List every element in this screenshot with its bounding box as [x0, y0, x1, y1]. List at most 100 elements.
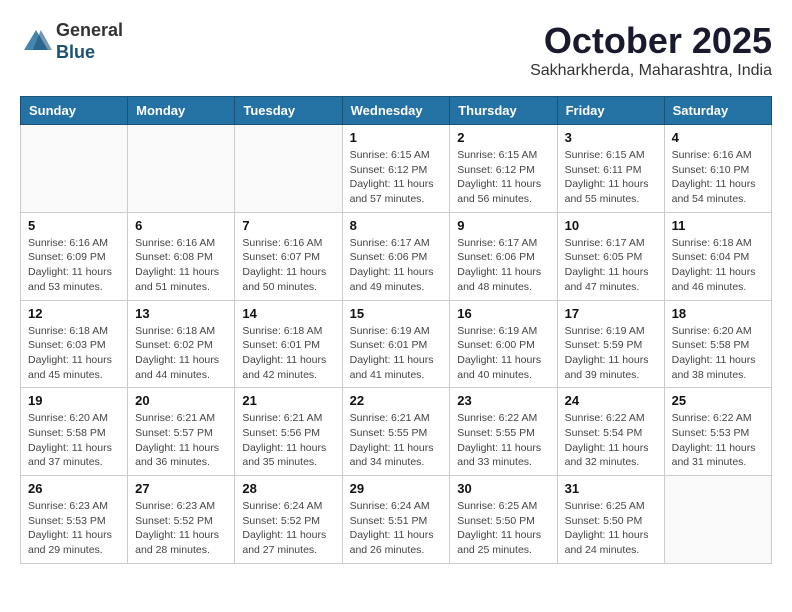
day-number: 21: [242, 393, 334, 408]
day-info: Sunrise: 6:23 AMSunset: 5:53 PMDaylight:…: [28, 499, 120, 558]
calendar-cell: 25Sunrise: 6:22 AMSunset: 5:53 PMDayligh…: [664, 388, 771, 476]
day-number: 11: [672, 218, 764, 233]
day-info: Sunrise: 6:16 AMSunset: 6:07 PMDaylight:…: [242, 236, 334, 295]
calendar-cell: 10Sunrise: 6:17 AMSunset: 6:05 PMDayligh…: [557, 212, 664, 300]
calendar-cell: 2 Sunrise: 6:15 AMSunset: 6:12 PMDaylight…: [450, 125, 557, 213]
calendar-cell: [664, 476, 771, 564]
day-info: Sunrise: 6:16 AMSunset: 6:09 PMDaylight:…: [28, 236, 120, 295]
calendar-cell: 12 Sunrise: 6:18 AMSunset: 6:03 PMDayligh…: [21, 300, 128, 388]
day-info: Sunrise: 6:18 AMSunset: 6:01 PMDaylight:…: [242, 324, 334, 383]
calendar-cell: 11 Sunrise: 6:18 AMSunset: 6:04 PMDayligh…: [664, 212, 771, 300]
day-info: Sunrise: 6:20 AMSunset: 5:58 PMDaylight:…: [672, 324, 764, 383]
day-number: 13: [135, 306, 227, 321]
calendar-cell: [21, 125, 128, 213]
week-row-5: 26 Sunrise: 6:23 AMSunset: 5:53 PMDayligh…: [21, 476, 772, 564]
calendar-cell: 15 Sunrise: 6:19 AMSunset: 6:01 PMDayligh…: [342, 300, 450, 388]
day-info: Sunrise: 6:25 AMSunset: 5:50 PMDaylight:…: [565, 499, 657, 558]
day-number: 23: [457, 393, 549, 408]
day-number: 17: [565, 306, 657, 321]
calendar-cell: [128, 125, 235, 213]
day-number: 19: [28, 393, 120, 408]
day-info: Sunrise: 6:15 AMSunset: 6:11 PMDaylight:…: [565, 148, 657, 207]
day-info: Sunrise: 6:17 AMSunset: 6:06 PMDaylight:…: [457, 236, 549, 295]
calendar-cell: 21 Sunrise: 6:21 AMSunset: 5:56 PMDayligh…: [235, 388, 342, 476]
calendar-cell: 18 Sunrise: 6:20 AMSunset: 5:58 PMDayligh…: [664, 300, 771, 388]
day-number: 5: [28, 218, 120, 233]
weekday-header-tuesday: Tuesday: [235, 97, 342, 125]
day-info: Sunrise: 6:16 AMSunset: 6:08 PMDaylight:…: [135, 236, 227, 295]
week-row-3: 12 Sunrise: 6:18 AMSunset: 6:03 PMDayligh…: [21, 300, 772, 388]
calendar-cell: 24 Sunrise: 6:22 AMSunset: 5:54 PMDayligh…: [557, 388, 664, 476]
weekday-header-friday: Friday: [557, 97, 664, 125]
day-info: Sunrise: 6:22 AMSunset: 5:55 PMDaylight:…: [457, 411, 549, 470]
day-info: Sunrise: 6:24 AMSunset: 5:51 PMDaylight:…: [350, 499, 443, 558]
weekday-header-monday: Monday: [128, 97, 235, 125]
location: Sakharkherda, Maharashtra, India: [530, 62, 772, 80]
day-number: 1: [350, 130, 443, 145]
day-number: 29: [350, 481, 443, 496]
day-info: Sunrise: 6:17 AMSunset: 6:06 PMDaylight:…: [350, 236, 443, 295]
logo-text: General Blue: [56, 20, 123, 63]
calendar-cell: [235, 125, 342, 213]
day-number: 26: [28, 481, 120, 496]
day-number: 12: [28, 306, 120, 321]
calendar-cell: 29 Sunrise: 6:24 AMSunset: 5:51 PMDayligh…: [342, 476, 450, 564]
day-number: 10: [565, 218, 657, 233]
day-number: 14: [242, 306, 334, 321]
calendar-cell: 23 Sunrise: 6:22 AMSunset: 5:55 PMDayligh…: [450, 388, 557, 476]
calendar-cell: 9Sunrise: 6:17 AMSunset: 6:06 PMDaylight…: [450, 212, 557, 300]
day-number: 31: [565, 481, 657, 496]
calendar-cell: 16 Sunrise: 6:19 AMSunset: 6:00 PMDayligh…: [450, 300, 557, 388]
day-number: 30: [457, 481, 549, 496]
calendar-cell: 4Sunrise: 6:16 AMSunset: 6:10 PMDaylight…: [664, 125, 771, 213]
day-number: 7: [242, 218, 334, 233]
day-info: Sunrise: 6:25 AMSunset: 5:50 PMDaylight:…: [457, 499, 549, 558]
day-info: Sunrise: 6:22 AMSunset: 5:54 PMDaylight:…: [565, 411, 657, 470]
calendar-table: SundayMondayTuesdayWednesdayThursdayFrid…: [20, 96, 772, 564]
calendar-cell: 30 Sunrise: 6:25 AMSunset: 5:50 PMDayligh…: [450, 476, 557, 564]
day-number: 27: [135, 481, 227, 496]
day-info: Sunrise: 6:15 AMSunset: 6:12 PMDaylight:…: [457, 148, 549, 207]
day-number: 28: [242, 481, 334, 496]
logo-icon: [20, 26, 52, 58]
weekday-header-wednesday: Wednesday: [342, 97, 450, 125]
day-info: Sunrise: 6:15 AMSunset: 6:12 PMDaylight:…: [350, 148, 443, 207]
day-info: Sunrise: 6:18 AMSunset: 6:03 PMDaylight:…: [28, 324, 120, 383]
calendar-cell: 27 Sunrise: 6:23 AMSunset: 5:52 PMDayligh…: [128, 476, 235, 564]
calendar-cell: 8Sunrise: 6:17 AMSunset: 6:06 PMDaylight…: [342, 212, 450, 300]
calendar-cell: 1 Sunrise: 6:15 AMSunset: 6:12 PMDaylight…: [342, 125, 450, 213]
calendar-cell: 22Sunrise: 6:21 AMSunset: 5:55 PMDayligh…: [342, 388, 450, 476]
calendar-cell: 26 Sunrise: 6:23 AMSunset: 5:53 PMDayligh…: [21, 476, 128, 564]
day-info: Sunrise: 6:21 AMSunset: 5:57 PMDaylight:…: [135, 411, 227, 470]
calendar-cell: 19Sunrise: 6:20 AMSunset: 5:58 PMDayligh…: [21, 388, 128, 476]
calendar-cell: 28Sunrise: 6:24 AMSunset: 5:52 PMDayligh…: [235, 476, 342, 564]
calendar-cell: 6Sunrise: 6:16 AMSunset: 6:08 PMDaylight…: [128, 212, 235, 300]
day-info: Sunrise: 6:19 AMSunset: 6:01 PMDaylight:…: [350, 324, 443, 383]
calendar-cell: 20 Sunrise: 6:21 AMSunset: 5:57 PMDayligh…: [128, 388, 235, 476]
day-number: 15: [350, 306, 443, 321]
day-info: Sunrise: 6:21 AMSunset: 5:56 PMDaylight:…: [242, 411, 334, 470]
day-number: 3: [565, 130, 657, 145]
day-info: Sunrise: 6:23 AMSunset: 5:52 PMDaylight:…: [135, 499, 227, 558]
day-info: Sunrise: 6:19 AMSunset: 5:59 PMDaylight:…: [565, 324, 657, 383]
weekday-header-row: SundayMondayTuesdayWednesdayThursdayFrid…: [21, 97, 772, 125]
day-number: 4: [672, 130, 764, 145]
day-info: Sunrise: 6:22 AMSunset: 5:53 PMDaylight:…: [672, 411, 764, 470]
week-row-1: 1 Sunrise: 6:15 AMSunset: 6:12 PMDaylight…: [21, 125, 772, 213]
logo: General Blue: [20, 20, 123, 63]
calendar-cell: 17 Sunrise: 6:19 AMSunset: 5:59 PMDayligh…: [557, 300, 664, 388]
day-number: 2: [457, 130, 549, 145]
weekday-header-saturday: Saturday: [664, 97, 771, 125]
day-number: 24: [565, 393, 657, 408]
day-number: 16: [457, 306, 549, 321]
page-header: General Blue October 2025 Sakharkherda, …: [20, 20, 772, 80]
day-number: 20: [135, 393, 227, 408]
day-number: 18: [672, 306, 764, 321]
calendar-cell: 14 Sunrise: 6:18 AMSunset: 6:01 PMDayligh…: [235, 300, 342, 388]
day-info: Sunrise: 6:19 AMSunset: 6:00 PMDaylight:…: [457, 324, 549, 383]
calendar-cell: 5 Sunrise: 6:16 AMSunset: 6:09 PMDaylight…: [21, 212, 128, 300]
day-info: Sunrise: 6:18 AMSunset: 6:02 PMDaylight:…: [135, 324, 227, 383]
day-info: Sunrise: 6:21 AMSunset: 5:55 PMDaylight:…: [350, 411, 443, 470]
day-info: Sunrise: 6:18 AMSunset: 6:04 PMDaylight:…: [672, 236, 764, 295]
weekday-header-thursday: Thursday: [450, 97, 557, 125]
